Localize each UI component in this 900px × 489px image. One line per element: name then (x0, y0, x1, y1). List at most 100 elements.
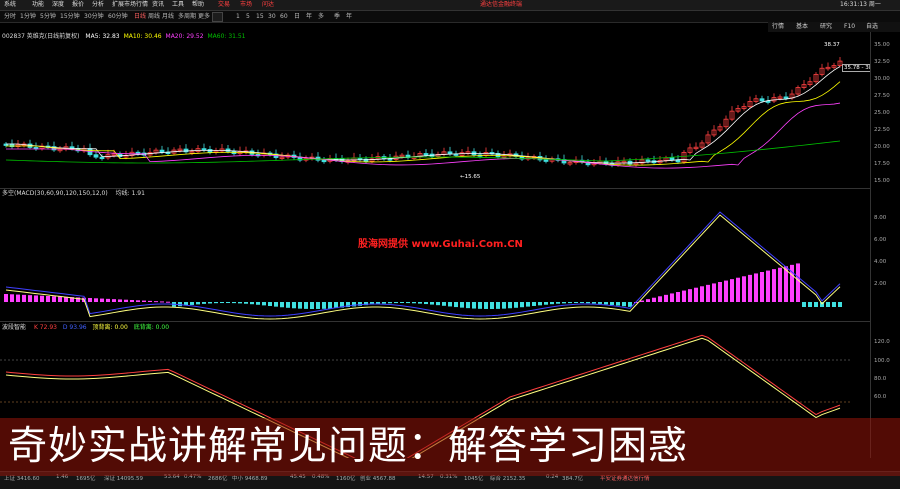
days-30[interactable]: 30 (268, 11, 276, 22)
tab-research[interactable]: 研究 (820, 22, 832, 32)
period-5min[interactable]: 5分钟 (40, 11, 56, 22)
period-60min[interactable]: 60分钟 (108, 11, 128, 22)
candle-body (645, 159, 651, 162)
macd-bar (388, 302, 392, 304)
macd-bar (556, 302, 560, 304)
macd-bar (10, 294, 14, 302)
period-1min[interactable]: 1分钟 (20, 11, 36, 22)
macd-bar (694, 287, 698, 302)
macd-bar (28, 295, 32, 302)
menu-tools[interactable]: 工具 (172, 0, 184, 10)
days-1[interactable]: 1 (236, 11, 240, 22)
days-5[interactable]: 5 (246, 11, 250, 22)
moving-average-lines (5, 66, 841, 169)
period-multi[interactable]: 多周期 (178, 11, 196, 22)
macd-bar (574, 302, 578, 304)
period-tick[interactable]: 分时 (4, 11, 16, 22)
axis-tick: 25.00 (874, 110, 890, 116)
axis-tick: 17.50 (874, 161, 890, 167)
macd-bar (418, 302, 422, 304)
days-60[interactable]: 60 (280, 11, 288, 22)
macd-bar (58, 296, 62, 302)
market-button[interactable]: 市场 (240, 0, 252, 10)
days-15[interactable]: 15 (256, 11, 264, 22)
macd-bar (688, 289, 692, 302)
days-multi[interactable]: 多 (318, 11, 324, 22)
menu-depth[interactable]: 深度 (52, 0, 64, 10)
macd-bar (4, 294, 8, 302)
macd-bar (832, 302, 836, 307)
trade-button[interactable]: 交易 (218, 0, 230, 10)
macd-bar (592, 302, 596, 304)
tab-f10[interactable]: F10 (844, 22, 855, 32)
period-daily[interactable]: 日线 (134, 11, 146, 22)
macd-bar (280, 302, 284, 308)
d-label: D 93.96 (62, 324, 87, 331)
candle-body (669, 157, 675, 161)
macd-bar (298, 302, 302, 309)
macd-bar (292, 302, 296, 309)
macd-bar (658, 296, 662, 302)
axis-tick: 6.00 (874, 237, 887, 243)
macd-bar (268, 302, 272, 307)
macd-bar (382, 302, 386, 304)
macd-bar (202, 302, 206, 304)
macd-bar (838, 302, 842, 307)
tab-basic[interactable]: 基本 (796, 22, 808, 32)
days-annual[interactable]: 年 (346, 11, 352, 22)
period-15min[interactable]: 15分钟 (60, 11, 80, 22)
period-30min[interactable]: 30分钟 (84, 11, 104, 22)
macd-bar (46, 296, 50, 302)
panel-divider (0, 188, 900, 189)
wenda-button[interactable]: 问达 (262, 0, 274, 10)
macd-bar (448, 302, 452, 307)
days-day[interactable]: 日 (294, 11, 300, 22)
period-monthly[interactable]: 月线 (162, 11, 174, 22)
right-nav: 行情 基本 研究 F10 自选 (768, 22, 900, 32)
days-season[interactable]: 季 (334, 11, 340, 22)
axis-tick: 120.0 (874, 339, 890, 345)
menu-help[interactable]: 帮助 (192, 0, 204, 10)
top-divergence-label: 顶背离: 0.00 (92, 324, 128, 331)
axis-tick: 15.00 (874, 178, 890, 184)
bottom-divergence-label: 底背离: 0.00 (133, 324, 170, 331)
tab-quote[interactable]: 行情 (772, 22, 784, 32)
menu-analysis[interactable]: 分析 (92, 0, 104, 10)
menu-news[interactable]: 资讯 (152, 0, 164, 10)
macd-bar (118, 299, 122, 302)
candle-body (783, 96, 789, 99)
macd-bar (100, 298, 104, 302)
macd-bar (724, 280, 728, 302)
macd-bar (136, 300, 140, 302)
clock: 16:31:13 周一 (840, 1, 881, 8)
menu-function[interactable]: 功能 (32, 0, 44, 10)
axis-tick: 100.0 (874, 358, 890, 364)
macd-bar (622, 302, 626, 307)
macd-bar (598, 302, 602, 304)
macd-dea-line (5, 214, 841, 320)
tab-favorites[interactable]: 自选 (866, 22, 878, 32)
macd-bar (52, 296, 56, 302)
watermark-text: 股海网提供 www.Guhai.Com.CN (358, 239, 523, 250)
menu-quote[interactable]: 报价 (72, 0, 84, 10)
macd-bar (466, 302, 470, 309)
panel-divider (0, 321, 900, 322)
macd-bar (796, 263, 800, 302)
macd-bar (40, 295, 44, 302)
menu-extended-market[interactable]: 扩展市场行情 (112, 0, 148, 10)
period-weekly[interactable]: 周线 (148, 11, 160, 22)
candle-body (423, 153, 429, 156)
menu-bar: 系统 功能 深度 报价 分析 扩展市场行情 资讯 工具 帮助 交易 市场 问达 … (0, 0, 900, 11)
macd-bar (550, 302, 554, 305)
macd-bar (106, 298, 110, 302)
toolbar-icon-a[interactable] (212, 12, 223, 22)
macd-bar (262, 302, 266, 306)
days-year[interactable]: 年 (306, 11, 312, 22)
macd-bar (166, 301, 170, 303)
candle-body (159, 149, 165, 153)
menu-system[interactable]: 系统 (4, 0, 16, 10)
candle-body (201, 148, 207, 151)
macd-bar (454, 302, 458, 308)
macd-bar (196, 302, 200, 305)
period-more[interactable]: 更多 (198, 11, 210, 22)
